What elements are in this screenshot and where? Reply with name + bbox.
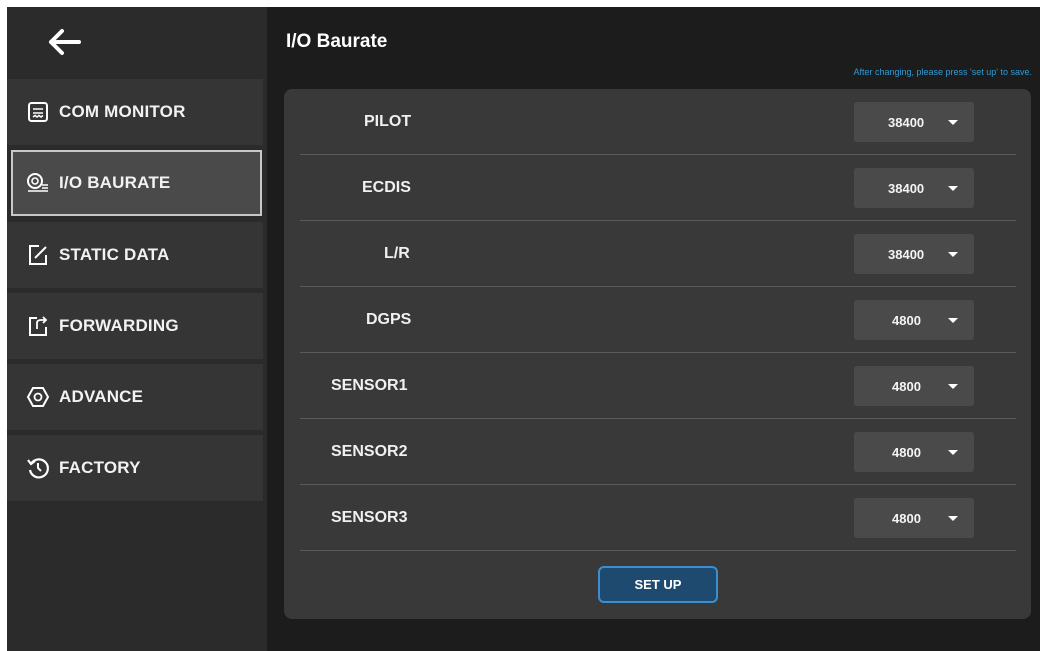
page-title: I/O Baurate <box>286 31 388 52</box>
io-baurate-icon <box>25 170 51 196</box>
chevron-down-icon <box>948 516 958 521</box>
baurate-panel: PILOT 38400 ECDIS 38400 L/R 38400 DGPS 4… <box>284 89 1031 619</box>
port-label: SENSOR2 <box>331 443 408 460</box>
port-label: DGPS <box>366 311 412 328</box>
select-value: 4800 <box>892 445 921 460</box>
baurate-select[interactable]: 38400 <box>854 168 974 208</box>
select-value: 38400 <box>888 181 925 196</box>
port-row-sensor1: SENSOR1 4800 <box>300 353 1016 419</box>
back-button[interactable] <box>7 7 267 77</box>
sidebar-item-com-monitor[interactable]: COM MONITOR <box>7 79 263 145</box>
select-value: 4800 <box>892 511 921 526</box>
port-row-dgps: DGPS 4800 <box>300 287 1016 353</box>
select-value: 38400 <box>888 115 925 130</box>
app-window: COM MONITOR I/O BAURATE STATIC DATA FORW… <box>7 7 1040 651</box>
port-label: ECDIS <box>362 179 411 196</box>
chevron-down-icon <box>948 120 958 125</box>
baurate-select[interactable]: 4800 <box>854 366 974 406</box>
port-label: L/R <box>384 245 410 262</box>
baurate-select[interactable]: 4800 <box>854 300 974 340</box>
restore-icon <box>25 455 51 481</box>
sidebar-item-label: STATIC DATA <box>59 245 170 264</box>
port-row-ecdis: ECDIS 38400 <box>300 155 1016 221</box>
sidebar-item-label: FORWARDING <box>59 316 179 335</box>
port-label: PILOT <box>364 113 412 130</box>
port-row-lr: L/R 38400 <box>300 221 1016 287</box>
edit-icon <box>25 242 51 268</box>
sidebar-item-forwarding[interactable]: FORWARDING <box>7 293 263 359</box>
sidebar-item-advance[interactable]: ADVANCE <box>7 364 263 430</box>
select-value: 4800 <box>892 379 921 394</box>
hexagon-icon <box>25 384 51 410</box>
baurate-select[interactable]: 4800 <box>854 498 974 538</box>
sidebar: COM MONITOR I/O BAURATE STATIC DATA FORW… <box>7 7 267 651</box>
baurate-select[interactable]: 38400 <box>854 102 974 142</box>
baurate-select[interactable]: 38400 <box>854 234 974 274</box>
chevron-down-icon <box>948 450 958 455</box>
sidebar-item-io-baurate[interactable]: I/O BAURATE <box>11 150 262 216</box>
sidebar-item-factory[interactable]: FACTORY <box>7 435 263 501</box>
chevron-down-icon <box>948 186 958 191</box>
forward-icon <box>25 313 51 339</box>
port-row-sensor3: SENSOR3 4800 <box>300 485 1016 551</box>
port-label: SENSOR1 <box>331 377 408 394</box>
sidebar-item-static-data[interactable]: STATIC DATA <box>7 222 263 288</box>
sidebar-item-label: ADVANCE <box>59 387 144 406</box>
chevron-down-icon <box>948 252 958 257</box>
back-arrow-icon[interactable] <box>47 28 81 56</box>
sidebar-item-label: I/O BAURATE <box>59 173 171 192</box>
port-row-pilot: PILOT 38400 <box>300 89 1016 155</box>
sidebar-item-label: COM MONITOR <box>59 102 186 121</box>
select-value: 4800 <box>892 313 921 328</box>
select-value: 38400 <box>888 247 925 262</box>
setup-button[interactable]: SET UP <box>598 566 718 603</box>
port-label: SENSOR3 <box>331 509 408 526</box>
chevron-down-icon <box>948 384 958 389</box>
monitor-log-icon <box>25 99 51 125</box>
sidebar-item-label: FACTORY <box>59 458 141 477</box>
save-hint: After changing, please press 'set up' to… <box>853 67 1032 77</box>
port-row-sensor2: SENSOR2 4800 <box>300 419 1016 485</box>
chevron-down-icon <box>948 318 958 323</box>
main-content: I/O Baurate After changing, please press… <box>267 7 1040 651</box>
baurate-select[interactable]: 4800 <box>854 432 974 472</box>
